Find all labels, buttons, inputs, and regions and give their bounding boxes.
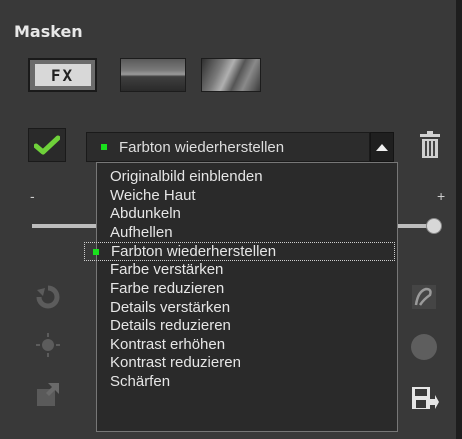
- dropdown-option[interactable]: Abdunkeln: [97, 205, 397, 224]
- dropdown-option-label: Farbe reduzieren: [110, 279, 225, 297]
- selected-indicator-dot: [101, 144, 107, 150]
- eraser-icon: [412, 285, 436, 309]
- fx-mask-thumbnail[interactable]: FX: [28, 58, 97, 92]
- brush-settings-icon: [36, 333, 60, 357]
- fx-label: FX: [34, 64, 91, 86]
- mask-type-selected-value: Farbton wiederherstellen: [119, 138, 285, 156]
- dropdown-option-label: Kontrast reduzieren: [110, 354, 241, 372]
- eraser-button[interactable]: [406, 282, 442, 312]
- undo-button[interactable]: [30, 282, 66, 312]
- dropdown-option-label: Originalbild einblenden: [110, 168, 263, 185]
- dropdown-toggle-button[interactable]: [370, 132, 394, 162]
- brush-settings-button[interactable]: [30, 330, 66, 360]
- dropdown-option[interactable]: Farbe reduzieren: [97, 280, 397, 299]
- slider-handle[interactable]: [426, 218, 442, 234]
- slider-min-label: -: [30, 188, 35, 204]
- dropdown-option-label: Aufhellen: [110, 223, 173, 241]
- dropdown-option[interactable]: Details verstärken: [97, 299, 397, 318]
- dropdown-option-selected[interactable]: Farbton wiederherstellen: [84, 242, 395, 262]
- dropdown-option[interactable]: Weiche Haut: [97, 187, 397, 206]
- selected-indicator-dot: [93, 249, 99, 256]
- dropdown-option[interactable]: Originalbild einblenden: [97, 168, 397, 187]
- circle-brush-icon: [411, 334, 437, 360]
- mask-type-select[interactable]: Farbton wiederherstellen: [86, 132, 370, 162]
- dropdown-option[interactable]: Kontrast reduzieren: [97, 354, 397, 373]
- check-icon: [34, 135, 60, 155]
- dropdown-option-label: Farbton wiederherstellen: [111, 243, 277, 261]
- dropdown-option[interactable]: Aufhellen: [97, 224, 397, 243]
- save-mask-button[interactable]: [406, 384, 442, 414]
- dropdown-option-label: Details reduzieren: [110, 317, 231, 335]
- dropdown-option-label: Schärfen: [110, 372, 171, 390]
- panel-title: Masken: [14, 22, 83, 41]
- export-icon: [37, 383, 59, 406]
- delete-mask-button[interactable]: [410, 128, 450, 162]
- dropdown-option[interactable]: Kontrast erhöhen: [97, 336, 397, 355]
- dropdown-option-label: Details verstärken: [110, 298, 231, 316]
- panel-edge: [456, 0, 462, 439]
- circle-brush-button[interactable]: [406, 332, 442, 362]
- apply-mask-button[interactable]: [28, 128, 66, 162]
- export-mask-button[interactable]: [30, 380, 66, 410]
- texture-mask-thumbnail[interactable]: [201, 58, 261, 92]
- chevron-up-icon: [376, 144, 388, 151]
- mask-type-dropdown-list: Originalbild einblenden Weiche Haut Abdu…: [84, 162, 398, 432]
- save-icon: [412, 387, 439, 409]
- dropdown-option[interactable]: Schärfen: [97, 373, 397, 392]
- dropdown-option[interactable]: Details reduzieren: [97, 317, 397, 336]
- trash-icon: [420, 131, 440, 158]
- dropdown-option-label: Farbe verstärken: [110, 261, 224, 279]
- undo-icon: [36, 285, 60, 309]
- slider-max-label: +: [437, 188, 446, 204]
- dropdown-option-label: Kontrast erhöhen: [110, 335, 226, 353]
- dropdown-option[interactable]: Farbe verstärken: [97, 261, 397, 280]
- landscape-mask-thumbnail[interactable]: [120, 58, 186, 92]
- dropdown-option-label: Weiche Haut: [110, 186, 196, 204]
- dropdown-option-label: Abdunkeln: [110, 205, 181, 223]
